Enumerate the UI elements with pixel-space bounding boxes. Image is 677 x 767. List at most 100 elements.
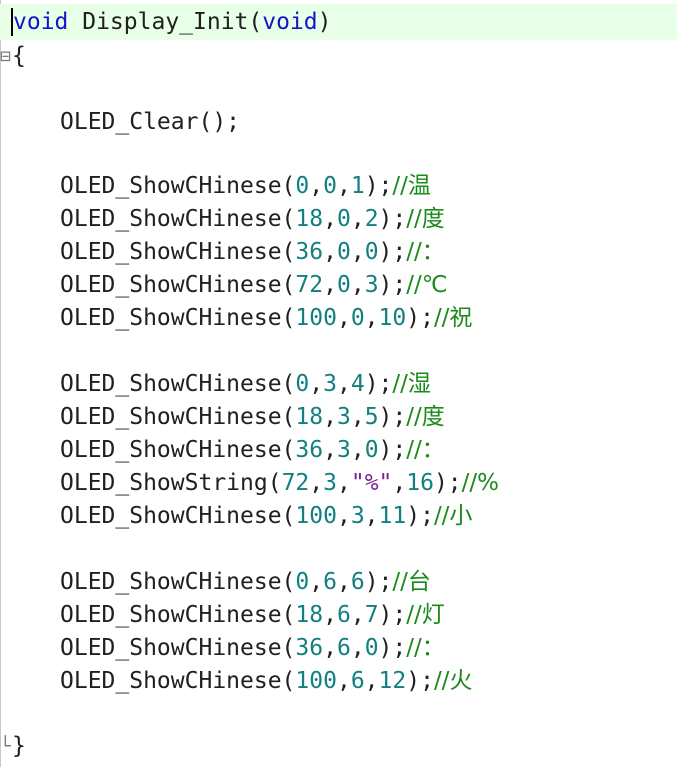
numeric-arg: 36 (295, 239, 324, 265)
param-keyword: void (262, 9, 318, 35)
arg-separator: , (323, 602, 337, 628)
line-comment: //： (406, 437, 445, 463)
arg-separator: , (364, 503, 379, 529)
numeric-arg: 100 (295, 305, 337, 331)
arg-separator: , (323, 272, 337, 298)
numeric-arg: 0 (295, 569, 310, 595)
arg-separator: , (336, 668, 351, 694)
numeric-arg: 0 (295, 371, 310, 397)
arg-separator: , (309, 173, 324, 199)
numeric-arg: 3 (336, 404, 351, 430)
arg-separator: , (350, 602, 365, 628)
numeric-arg: 0 (336, 272, 351, 298)
numeric-arg: 10 (378, 305, 407, 331)
numeric-arg: 0 (350, 305, 365, 331)
numeric-arg: 6 (323, 569, 337, 595)
code-line[interactable]: OLED_ShowCHinese(36,6,0);//： (60, 632, 445, 665)
numeric-arg: 11 (378, 503, 407, 529)
arg-separator: , (364, 305, 379, 331)
arg-separator: , (336, 470, 351, 496)
line-comment: //火 (433, 668, 473, 694)
call-terminator: ); (378, 602, 407, 628)
arg-separator: , (336, 371, 351, 397)
function-call-name: OLED_ShowCHinese( (60, 239, 296, 265)
numeric-arg: 12 (378, 668, 407, 694)
arg-separator: , (336, 503, 351, 529)
code-line[interactable]: OLED_ShowCHinese(18,6,7);//灯 (60, 599, 445, 632)
line-comment: //% (461, 470, 500, 496)
line-comment: //台 (392, 569, 431, 595)
call-terminator: ); (378, 404, 407, 430)
code-editor[interactable]: void Display_Init(void) ⊟ { OLED_Clear()… (0, 0, 677, 767)
code-line[interactable]: OLED_ShowCHinese(0,6,6);//台 (60, 566, 431, 599)
numeric-arg: 4 (350, 371, 365, 397)
code-line-clear[interactable]: OLED_Clear(); (60, 106, 240, 139)
numeric-arg: 100 (295, 503, 337, 529)
code-line[interactable]: OLED_ShowCHinese(0,3,4);//湿 (60, 368, 431, 401)
function-call-name: OLED_ShowCHinese( (60, 437, 296, 463)
function-call-name: OLED_ShowCHinese( (60, 371, 296, 397)
function-signature[interactable]: void Display_Init(void) (13, 6, 332, 39)
line-comment: //温 (392, 173, 431, 199)
line-comment: //： (406, 635, 445, 661)
function-call-name: OLED_ShowCHinese( (60, 404, 296, 430)
code-line[interactable]: OLED_ShowCHinese(100,6,12);//火 (60, 665, 472, 698)
numeric-arg: 6 (350, 569, 365, 595)
numeric-arg: 100 (295, 668, 337, 694)
call-terminator: ); (406, 668, 434, 694)
arg-separator: , (323, 635, 337, 661)
arg-separator: , (364, 668, 379, 694)
fold-collapse-icon[interactable]: ⊟ (0, 48, 11, 66)
numeric-arg: 0 (364, 239, 379, 265)
arg-separator: , (350, 206, 365, 232)
code-line[interactable]: OLED_ShowCHinese(18,3,5);//度 (60, 401, 445, 434)
function-call-name: OLED_ShowString( (60, 470, 282, 496)
line-comment: //度 (406, 404, 445, 430)
code-line[interactable]: OLED_ShowCHinese(0,0,1);//温 (60, 170, 431, 203)
numeric-arg: 18 (295, 206, 324, 232)
numeric-arg: 3 (364, 272, 379, 298)
call-terminator: ); (406, 305, 434, 331)
arg-separator: , (336, 305, 351, 331)
arg-separator: , (350, 635, 365, 661)
arg-separator: , (350, 239, 365, 265)
function-name: Display_Init( (68, 9, 263, 35)
function-call-name: OLED_ShowCHinese( (60, 272, 296, 298)
line-comment: //℃ (406, 272, 448, 298)
line-comment: //小 (433, 503, 473, 529)
signature-close-paren: ) (317, 9, 332, 35)
line-comment: //祝 (433, 305, 473, 331)
call-terminator: ); (378, 437, 407, 463)
code-line[interactable]: OLED_ShowCHinese(18,0,2);//度 (60, 203, 445, 236)
return-type-keyword: void (13, 9, 69, 35)
numeric-arg: 36 (295, 437, 324, 463)
code-line[interactable]: OLED_ShowCHinese(36,0,0);//： (60, 236, 445, 269)
function-call-name: OLED_ShowCHinese( (60, 173, 296, 199)
function-call-name: OLED_ShowCHinese( (60, 602, 296, 628)
numeric-arg: 6 (336, 635, 351, 661)
numeric-arg: 3 (336, 437, 351, 463)
function-call-name: OLED_ShowCHinese( (60, 206, 296, 232)
numeric-arg: 7 (364, 602, 379, 628)
call-terminator: ); (364, 371, 393, 397)
numeric-arg: 0 (364, 437, 379, 463)
function-call-name: OLED_ShowCHinese( (60, 635, 296, 661)
fold-gutter (0, 0, 4, 767)
code-line[interactable]: OLED_ShowCHinese(72,0,3);//℃ (60, 269, 448, 302)
arg-separator: , (323, 206, 337, 232)
code-line[interactable]: OLED_ShowCHinese(100,0,10);//祝 (60, 302, 472, 335)
call-terminator: ); (364, 173, 393, 199)
open-brace[interactable]: { (12, 40, 26, 73)
call-terminator: ); (406, 503, 434, 529)
code-line[interactable]: OLED_ShowCHinese(36,3,0);//： (60, 434, 445, 467)
close-brace[interactable]: } (12, 730, 26, 763)
numeric-arg: 16 (406, 470, 434, 496)
call-terminator: ); (378, 206, 407, 232)
numeric-arg: 3 (323, 470, 337, 496)
function-call-name: OLED_ShowCHinese( (60, 503, 296, 529)
code-line[interactable]: OLED_ShowString(72,3,"%",16);//% (60, 467, 499, 500)
numeric-arg: 3 (350, 503, 365, 529)
code-line[interactable]: OLED_ShowCHinese(100,3,11);//小 (60, 500, 472, 533)
line-comment: //灯 (406, 602, 445, 628)
numeric-arg: 1 (350, 173, 365, 199)
